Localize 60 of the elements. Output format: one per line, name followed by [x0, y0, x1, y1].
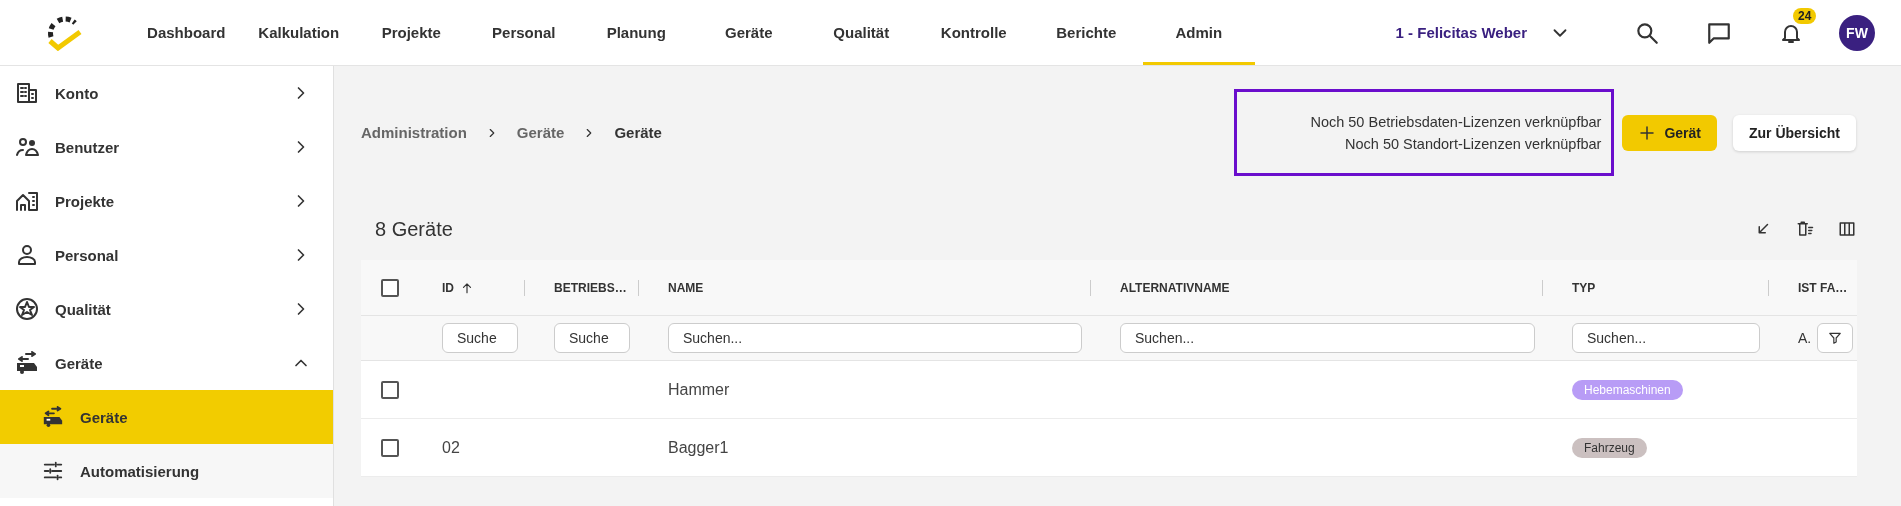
nav-tab[interactable]: Qualität	[805, 0, 918, 65]
sliders-icon	[42, 460, 64, 482]
breadcrumb-item[interactable]: Geräte	[516, 124, 565, 141]
overview-button[interactable]: Zur Übersicht	[1733, 114, 1856, 151]
row-checkbox[interactable]	[381, 438, 399, 457]
nav-tab[interactable]: Kontrolle	[917, 0, 1030, 65]
nav-tab[interactable]: Dashboard	[130, 0, 243, 65]
sidebar-item[interactable]: Konto	[0, 66, 333, 120]
vehicle-icon	[42, 406, 64, 428]
nav-tab[interactable]: Planung	[580, 0, 693, 65]
column-header[interactable]: BETRIEBS…	[554, 280, 627, 295]
breadcrumb-item[interactable]: Administration	[361, 124, 467, 141]
nav-tab[interactable]: Kalkulation	[242, 0, 355, 65]
notification-badge: 24	[1793, 8, 1817, 24]
column-header[interactable]: ID	[442, 280, 474, 295]
nav-tab[interactable]: Berichte	[1030, 0, 1143, 65]
house-icon	[15, 189, 39, 213]
column-header[interactable]: NAME	[668, 280, 704, 295]
sidebar-item[interactable]: Projekte	[0, 174, 333, 228]
table-title: 8 Geräte	[375, 217, 454, 241]
person-icon	[15, 243, 39, 267]
nav-tab[interactable]: Projekte	[355, 0, 468, 65]
user-avatar[interactable]: FW	[1839, 14, 1875, 51]
building-icon	[15, 81, 39, 105]
type-tag: Fahrzeug	[1572, 437, 1647, 458]
license-notice: Noch 50 Betriebsdaten-Lizenzen verknüpfbar Noch 50 Standort-Lizenzen verknüpfbar	[1234, 89, 1615, 176]
people-icon	[15, 135, 39, 159]
nav-tab[interactable]: Personal	[467, 0, 580, 65]
type-tag: Hebemaschinen	[1572, 379, 1683, 400]
name-cell: Bagger1	[668, 438, 729, 456]
search-field[interactable]: Suchen...	[668, 323, 1082, 353]
vehicle-icon	[15, 351, 39, 375]
search-field[interactable]: Suchen...	[1120, 323, 1535, 353]
search-field[interactable]: Suchen...	[1572, 323, 1760, 353]
select-all-checkbox[interactable]	[381, 278, 399, 297]
user-name[interactable]: 1 - Felicitas Weber	[1395, 24, 1527, 41]
row-checkbox[interactable]	[381, 380, 399, 399]
sidebar-item[interactable]: Benutzer	[0, 120, 333, 174]
filter-value[interactable]: A.	[1798, 330, 1812, 346]
filter-button[interactable]	[1817, 323, 1854, 353]
clear-filter-icon[interactable]	[1796, 220, 1814, 238]
column-header[interactable]: TYP	[1572, 280, 1596, 295]
column-header[interactable]: IST FA…	[1798, 280, 1848, 295]
column-header[interactable]: ALTERNATIVNAME	[1120, 280, 1230, 295]
columns-icon[interactable]	[1838, 220, 1856, 238]
add-button[interactable]: Gerät	[1622, 114, 1717, 151]
search-field[interactable]: Suche	[554, 323, 630, 353]
plus-icon	[1638, 123, 1657, 142]
breadcrumb-item: Geräte	[614, 124, 662, 141]
search-field[interactable]: Suche	[442, 323, 518, 353]
sidebar-subitem[interactable]: Geräte	[0, 390, 333, 444]
sidebar-subitem[interactable]: Automatisierung	[0, 444, 333, 498]
id-cell: 02	[442, 438, 460, 456]
sidebar-item[interactable]: Qualität	[0, 282, 333, 336]
sidebar-item[interactable]: Personal	[0, 228, 333, 282]
name-cell: Hammer	[668, 380, 730, 398]
nav-tab[interactable]: Geräte	[692, 0, 805, 65]
sidebar-item[interactable]: Geräte	[0, 336, 333, 390]
sort-up-icon	[460, 280, 474, 295]
filter-icon	[1828, 331, 1843, 345]
